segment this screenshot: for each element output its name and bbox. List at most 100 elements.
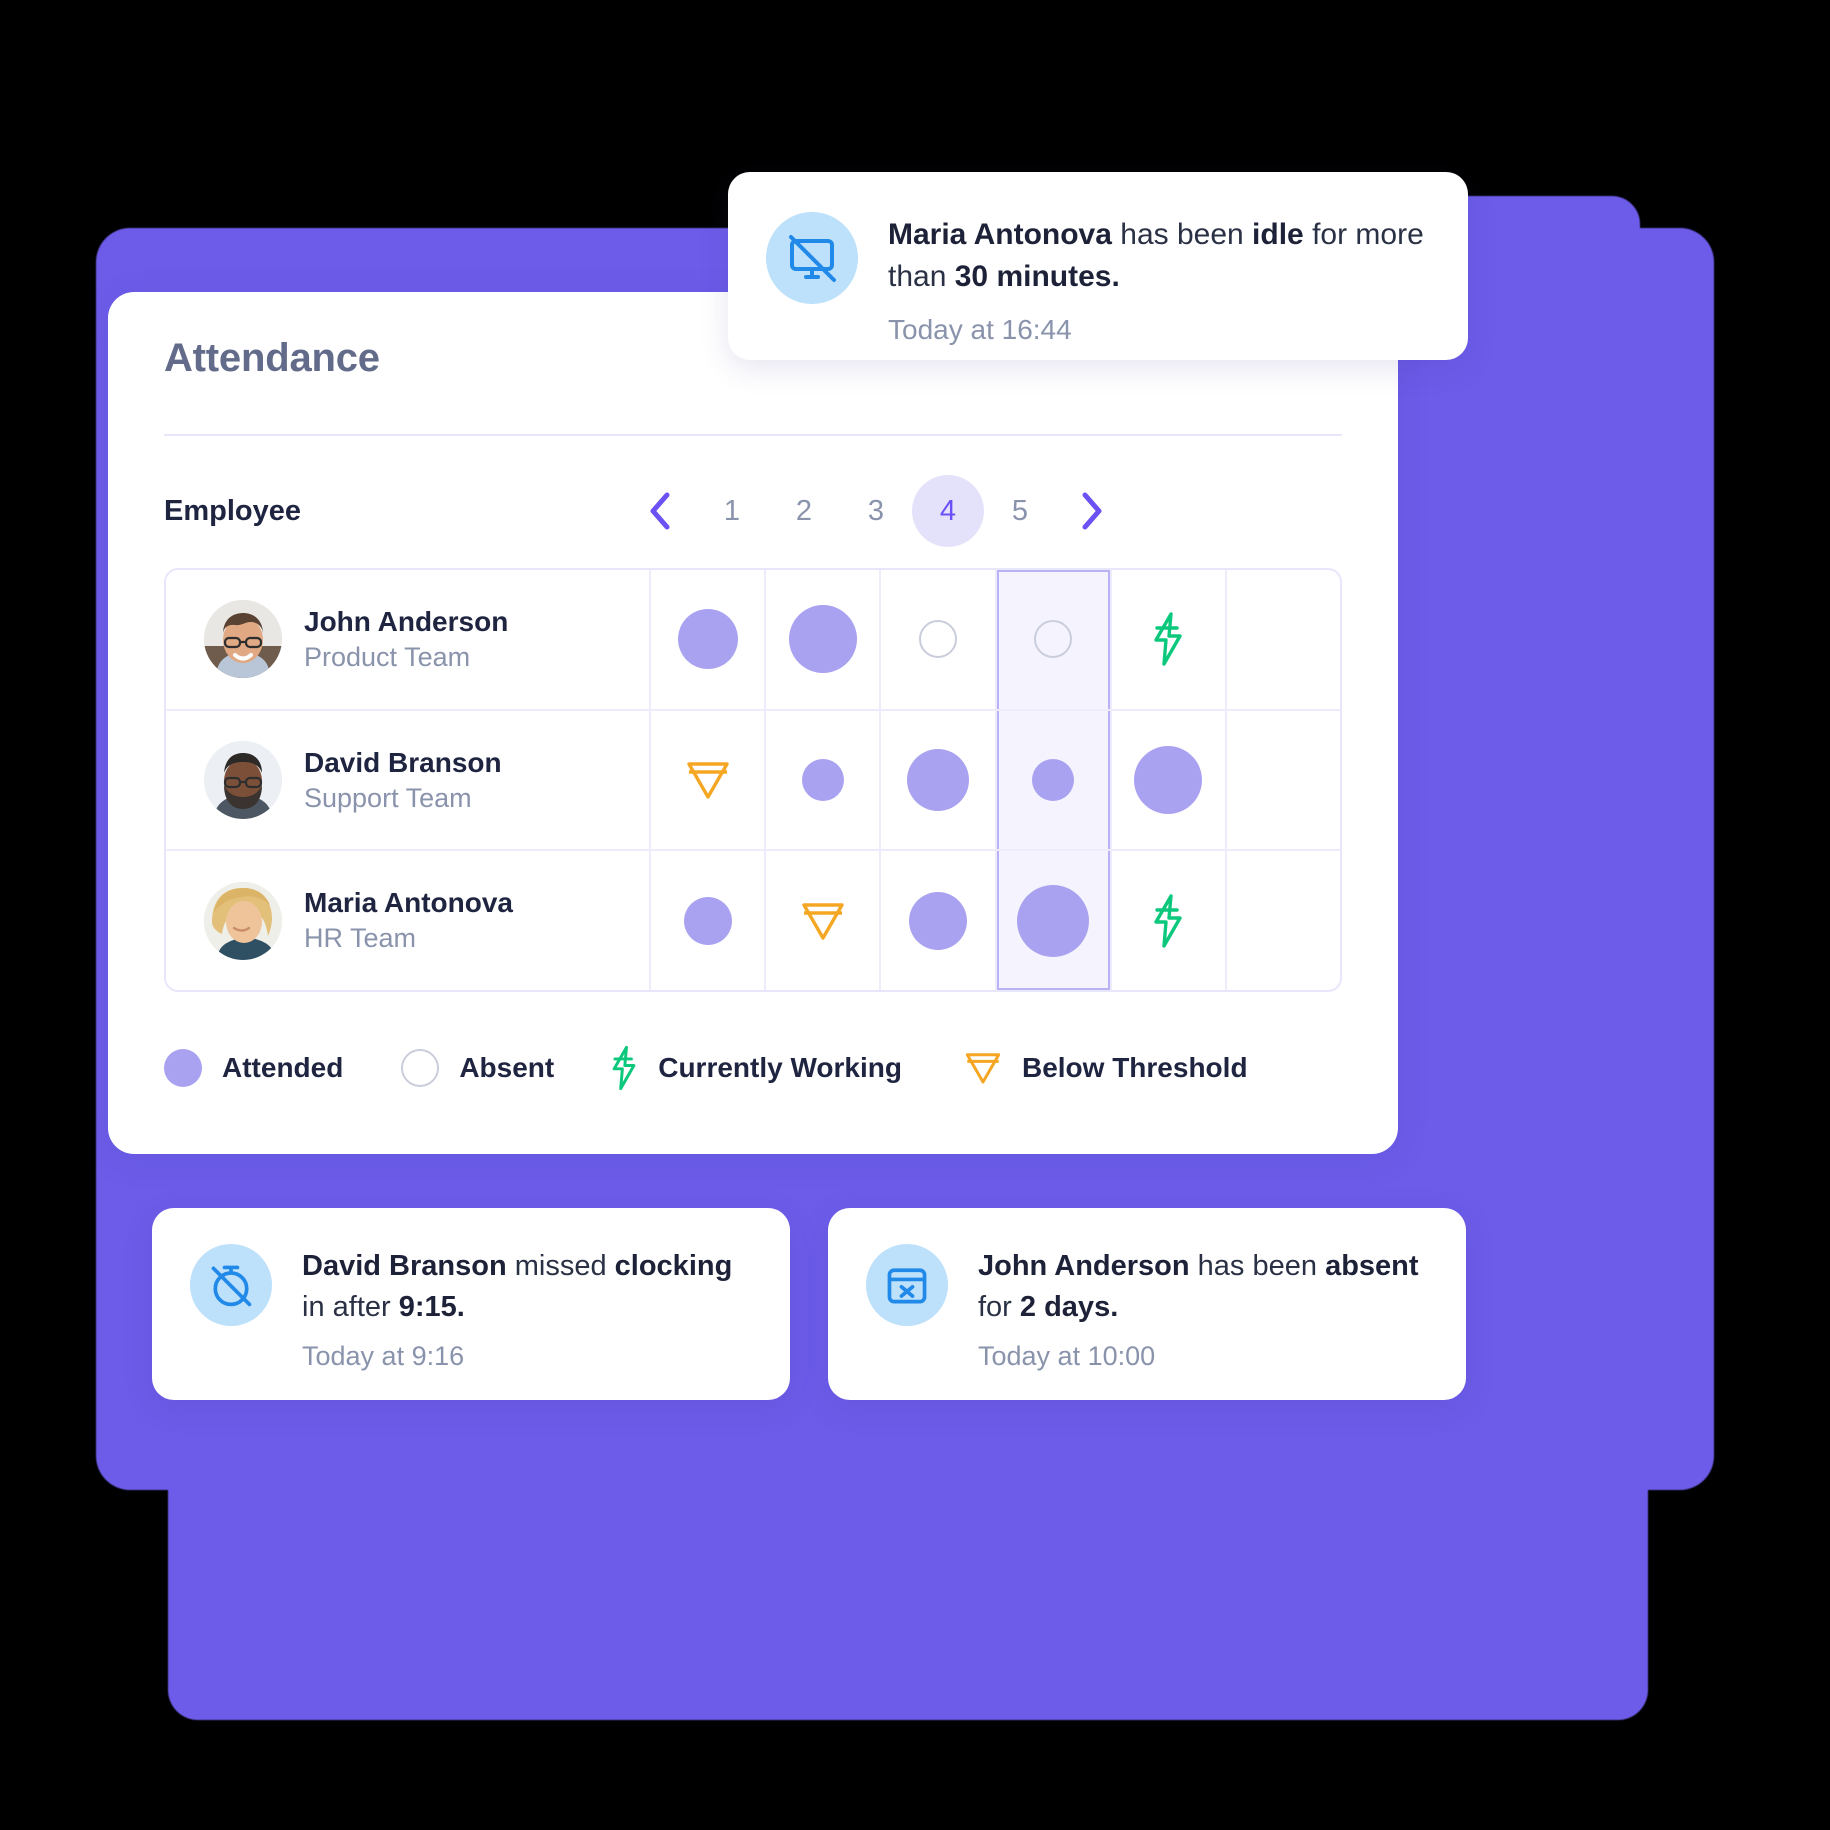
- attendance-grid: John Anderson Product Team David Branson…: [164, 568, 1342, 992]
- purple-glow-bottom: [168, 1390, 1648, 1720]
- notif-duration: 2 days.: [1019, 1290, 1119, 1323]
- attendance-cell-day3[interactable]: [881, 851, 997, 990]
- notification-idle[interactable]: Maria Antonova has been idle for more th…: [728, 172, 1468, 360]
- pagination-next-button[interactable]: [1056, 475, 1128, 547]
- pagination: 1 2 3 4 5: [624, 475, 1128, 547]
- below-threshold-triangle-icon: [800, 900, 846, 942]
- notification-missed-clockin[interactable]: David Branson missed clocking in after 9…: [152, 1208, 790, 1400]
- legend-label: Currently Working: [658, 1052, 902, 1083]
- notification-body: John Anderson has been absent for 2 days…: [978, 1244, 1432, 1372]
- employee-team: Product Team: [304, 641, 471, 672]
- table-header-row: Employee 1 2 3 4 5: [164, 468, 1342, 554]
- chevron-right-icon: [1082, 492, 1102, 530]
- notif-highlight: idle: [1252, 218, 1304, 251]
- attendance-cell-day1[interactable]: [651, 570, 767, 709]
- notif-text: missed: [506, 1250, 615, 1282]
- pagination-page-4[interactable]: 4: [912, 475, 984, 547]
- attended-dot-icon: [801, 759, 844, 801]
- below-threshold-triangle-icon: [964, 1050, 1002, 1086]
- attendance-cell-day3[interactable]: [881, 710, 997, 850]
- employee-name: John Anderson: [304, 606, 509, 638]
- attendance-cell-day4[interactable]: [996, 570, 1112, 709]
- legend-item-absent: Absent: [401, 1049, 554, 1087]
- legend-item-currently-working: Currently Working: [610, 1045, 902, 1091]
- notification-message: David Branson missed clocking in after 9…: [302, 1246, 756, 1327]
- currently-working-bolt-icon: [1151, 893, 1185, 948]
- employee-team: HR Team: [304, 923, 417, 954]
- notif-highlight: clocking: [614, 1250, 733, 1282]
- avatar: [204, 741, 282, 819]
- notification-timestamp: Today at 10:00: [978, 1341, 1156, 1372]
- notification-timestamp: Today at 16:44: [888, 314, 1072, 345]
- attendance-cell-day6[interactable]: [1227, 851, 1340, 990]
- notif-time-value: 9:15.: [398, 1290, 465, 1323]
- table-row[interactable]: David Branson Support Team: [166, 710, 1340, 852]
- calendar-x-icon-badge: [866, 1244, 948, 1326]
- notif-highlight: absent: [1325, 1250, 1419, 1282]
- monitor-off-icon: [789, 235, 836, 282]
- attendance-cell-day2[interactable]: [766, 570, 882, 709]
- notification-message: Maria Antonova has been idle for more th…: [888, 214, 1434, 298]
- notification-absent[interactable]: John Anderson has been absent for 2 days…: [828, 1208, 1466, 1400]
- employee-team: Support Team: [304, 782, 472, 813]
- attendance-cell-day5[interactable]: [1112, 851, 1227, 990]
- attendance-cell-day3[interactable]: [881, 570, 997, 709]
- notification-body: Maria Antonova has been idle for more th…: [888, 212, 1434, 346]
- employee-column-header: Employee: [164, 494, 301, 527]
- table-row[interactable]: John Anderson Product Team: [166, 570, 1340, 711]
- legend: Attended Absent Currently Working Below …: [164, 1028, 1342, 1108]
- attended-dot-icon: [164, 1049, 202, 1087]
- calendar-x-icon: [887, 1268, 927, 1304]
- attendance-cell-day1[interactable]: [651, 710, 767, 850]
- table-row[interactable]: Maria Antonova HR Team: [166, 851, 1340, 990]
- employee-cell: David Branson Support Team: [166, 710, 651, 850]
- pagination-page-2[interactable]: 2: [768, 475, 840, 547]
- photo-man-glasses-icon: [204, 600, 282, 679]
- attended-dot-icon: [906, 749, 969, 811]
- legend-item-attended: Attended: [164, 1049, 343, 1087]
- avatar: [204, 881, 282, 960]
- attended-dot-icon: [908, 891, 967, 950]
- attendance-cell-day5[interactable]: [1112, 710, 1227, 850]
- pagination-prev-button[interactable]: [624, 475, 696, 547]
- attendance-cell-day6[interactable]: [1227, 570, 1340, 709]
- notification-timestamp: Today at 9:16: [302, 1341, 465, 1372]
- absent-ring-icon: [918, 620, 957, 659]
- legend-item-below-threshold: Below Threshold: [964, 1050, 1248, 1086]
- attendance-cell-day5[interactable]: [1112, 570, 1227, 709]
- attendance-cell-day2[interactable]: [766, 851, 882, 990]
- attended-dot-icon: [1134, 746, 1203, 814]
- legend-label: Absent: [459, 1052, 555, 1083]
- timer-off-icon: [211, 1265, 252, 1307]
- notif-text: has been: [1189, 1250, 1326, 1282]
- attendance-cell-day2[interactable]: [766, 710, 882, 850]
- chevron-left-icon: [650, 492, 670, 530]
- attended-dot-icon: [788, 605, 857, 674]
- legend-label: Attended: [222, 1052, 344, 1083]
- pagination-page-5[interactable]: 5: [984, 475, 1056, 547]
- page-title: Attendance: [164, 336, 380, 380]
- below-threshold-triangle-icon: [685, 759, 731, 801]
- employee-cell: Maria Antonova HR Team: [166, 851, 651, 990]
- notif-employee-name: Maria Antonova: [888, 218, 1112, 251]
- currently-working-bolt-icon: [610, 1045, 638, 1091]
- attended-dot-icon: [683, 896, 732, 945]
- employee-cell: John Anderson Product Team: [166, 570, 651, 709]
- notif-text: for: [978, 1290, 1020, 1323]
- employee-identity: Maria Antonova HR Team: [304, 885, 513, 955]
- attendance-cell-day1[interactable]: [651, 851, 767, 990]
- attended-dot-icon: [677, 609, 738, 670]
- attendance-cell-day4[interactable]: [996, 851, 1112, 990]
- attendance-cell-day6[interactable]: [1227, 711, 1340, 850]
- pagination-page-3[interactable]: 3: [840, 475, 912, 547]
- pagination-page-1[interactable]: 1: [696, 475, 768, 547]
- attended-dot-icon: [1017, 884, 1090, 957]
- avatar: [204, 600, 282, 679]
- notification-body: David Branson missed clocking in after 9…: [302, 1244, 756, 1372]
- attendance-cell-day4[interactable]: [996, 710, 1112, 850]
- monitor-off-icon-badge: [766, 212, 858, 304]
- legend-label: Below Threshold: [1021, 1052, 1248, 1083]
- photo-man-beard-icon: [204, 741, 282, 819]
- attended-dot-icon: [1032, 759, 1075, 801]
- currently-working-bolt-icon: [1151, 612, 1185, 667]
